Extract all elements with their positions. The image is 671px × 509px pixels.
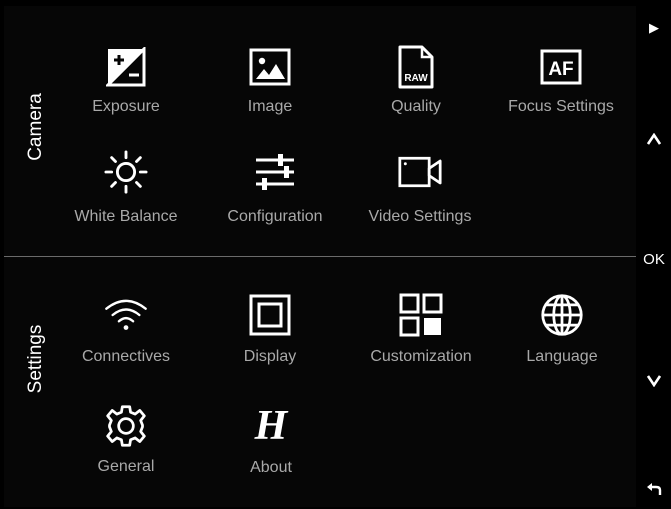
general-label: General (97, 458, 155, 475)
general-tile[interactable]: General (56, 404, 196, 494)
exposure-label: Exposure (92, 98, 160, 115)
display-icon (248, 293, 292, 337)
down-button[interactable] (639, 366, 669, 396)
camera-section-label: Camera (25, 93, 46, 161)
language-tile[interactable]: Language (492, 293, 632, 383)
sliders-icon (253, 150, 297, 194)
play-icon: ▶ (649, 20, 659, 35)
configuration-tile[interactable]: Configuration (205, 150, 345, 240)
raw-file-icon: RAW (394, 45, 438, 89)
up-button[interactable] (639, 124, 669, 154)
about-label: About (250, 459, 292, 476)
customization-label: Customization (370, 348, 472, 365)
grid-icon (399, 293, 443, 337)
customization-tile[interactable]: Customization (351, 293, 491, 383)
globe-icon (540, 293, 584, 337)
configuration-label: Configuration (227, 208, 323, 225)
af-badge: AF (548, 59, 573, 80)
video-settings-tile[interactable]: Video Settings (350, 150, 490, 240)
display-tile[interactable]: Display (200, 293, 340, 383)
wifi-icon (104, 293, 148, 337)
display-label: Display (243, 348, 297, 365)
exposure-icon (104, 45, 148, 89)
connectives-label: Connectives (81, 348, 171, 365)
settings-section-label: Settings (25, 324, 46, 394)
hasselblad-h-glyph: H (254, 403, 288, 449)
white-balance-tile[interactable]: White Balance (56, 150, 196, 240)
play-button[interactable]: ▶ (639, 13, 669, 43)
focus-settings-label: Focus Settings (508, 98, 614, 115)
gear-icon (104, 404, 148, 448)
back-button[interactable] (639, 474, 669, 504)
af-icon: AF (539, 45, 583, 89)
image-label: Image (247, 98, 293, 115)
white-balance-label: White Balance (74, 208, 178, 225)
video-camera-icon (398, 150, 442, 194)
language-label: Language (526, 348, 598, 365)
hasselblad-h-icon: H (249, 404, 293, 448)
section-divider (4, 256, 636, 257)
ok-label: OK (643, 250, 665, 268)
raw-badge: RAW (404, 73, 428, 84)
back-arrow-icon (647, 483, 662, 495)
image-tile[interactable]: Image (200, 45, 340, 135)
image-icon (248, 45, 292, 89)
about-tile[interactable]: H About (201, 404, 341, 494)
chevron-up-icon (647, 133, 661, 145)
ok-button[interactable]: OK (639, 244, 669, 274)
hardware-button-rail: ▶ OK (636, 0, 671, 509)
video-settings-label: Video Settings (368, 208, 472, 225)
focus-settings-tile[interactable]: AF Focus Settings (491, 45, 631, 135)
chevron-down-icon (647, 375, 661, 387)
exposure-tile[interactable]: Exposure (56, 45, 196, 135)
connectives-tile[interactable]: Connectives (56, 293, 196, 383)
sun-icon (104, 150, 148, 194)
quality-label: Quality (391, 98, 441, 115)
quality-tile[interactable]: RAW Quality (346, 45, 486, 135)
